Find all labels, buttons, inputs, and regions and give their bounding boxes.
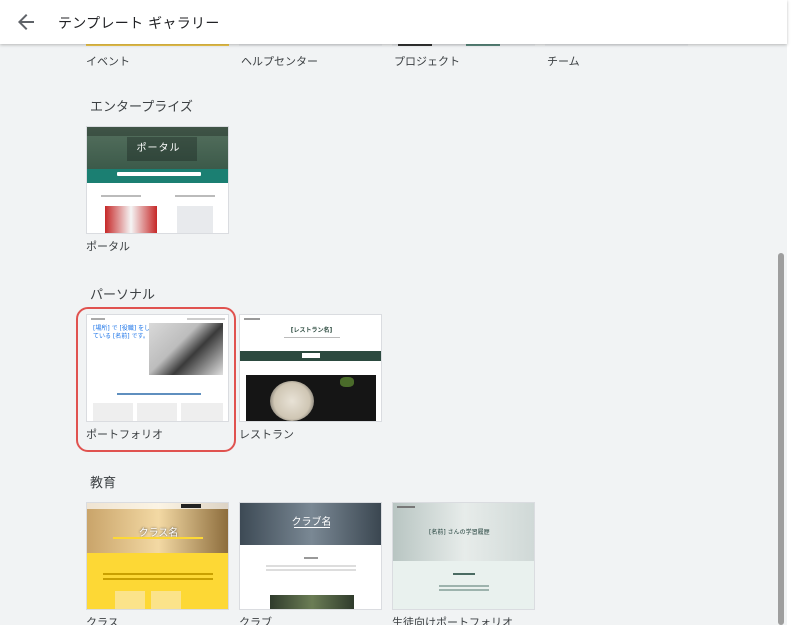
help-center-thumb-strip[interactable] [239, 44, 382, 46]
restaurant-thumbnail: [レストラン名] [239, 314, 382, 422]
app-header: テンプレート ギャラリー [0, 0, 787, 44]
team-thumb-strip[interactable] [545, 44, 688, 46]
club-thumb-title: クラブ名 [291, 517, 332, 528]
student-portfolio-thumbnail: [名前] さんの学習履歴 [392, 502, 535, 610]
portal-thumbnail: ポータル [86, 126, 229, 234]
section-title-personal: パーソナル [90, 288, 156, 303]
template-label-team[interactable]: チーム [547, 53, 580, 69]
template-label-club: クラブ [239, 616, 272, 625]
student-portfolio-thumb-title: [名前] さんの学習履歴 [429, 529, 490, 536]
template-label-restaurant: レストラン [239, 428, 294, 441]
template-card-restaurant[interactable]: [レストラン名] レストラン [239, 314, 382, 442]
template-label-help-center[interactable]: ヘルプセンター [241, 53, 318, 69]
portal-thumb-title: ポータル [136, 143, 181, 154]
arrow-back-icon [18, 14, 34, 30]
page-title: テンプレート ギャラリー [58, 16, 220, 32]
template-card-portfolio[interactable]: [場所] で [役職] をしている [名前] です。 ポートフォリオ [86, 314, 229, 442]
template-label-portal: ポータル [86, 240, 130, 253]
portfolio-thumb-title: [場所] で [役職] をしている [名前] です。 [93, 325, 151, 340]
event-thumb-strip[interactable] [86, 44, 229, 46]
section-title-enterprise: エンタープライズ [90, 100, 193, 115]
template-card-portal[interactable]: ポータル ポータル [86, 126, 229, 254]
template-label-portfolio: ポートフォリオ [86, 428, 163, 441]
template-card-club[interactable]: クラブ名 クラブ [239, 502, 382, 625]
club-thumbnail: クラブ名 [239, 502, 382, 610]
restaurant-thumb-title: [レストラン名] [290, 327, 333, 334]
class-thumbnail: クラス名 [86, 502, 229, 610]
template-card-student-portfolio[interactable]: [名前] さんの学習履歴 生徒向けポートフォリオ [392, 502, 535, 625]
scrollbar-thumb[interactable] [778, 253, 784, 625]
template-label-student-portfolio: 生徒向けポートフォリオ [392, 616, 513, 625]
template-label-class: クラス [86, 616, 119, 625]
portfolio-thumbnail: [場所] で [役職] をしている [名前] です。 [86, 314, 229, 422]
project-thumb-strip[interactable] [392, 44, 535, 46]
template-label-event[interactable]: イベント [86, 53, 130, 69]
back-button[interactable] [14, 10, 38, 34]
section-title-education: 教育 [90, 476, 117, 491]
window-edge [787, 0, 797, 625]
template-card-class[interactable]: クラス名 クラス [86, 502, 229, 625]
template-label-project[interactable]: プロジェクト [394, 53, 460, 69]
